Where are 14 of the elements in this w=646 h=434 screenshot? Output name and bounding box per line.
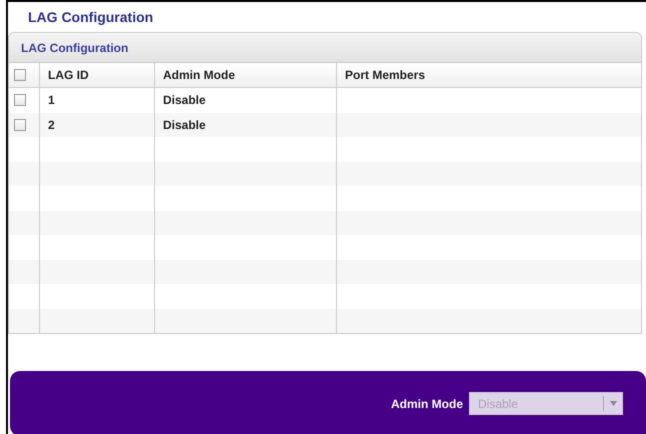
admin-mode-label: Admin Mode — [391, 396, 463, 410]
checkbox[interactable] — [14, 69, 26, 81]
table-cell: Disable — [163, 93, 206, 108]
table-cell: 1 — [48, 93, 55, 108]
column-header: Admin Mode — [163, 68, 235, 82]
page-title: LAG Configuration — [28, 9, 154, 25]
column-header: Port Members — [345, 68, 426, 82]
table-cell: Disable — [163, 118, 206, 132]
checkbox[interactable] — [14, 118, 26, 131]
column-header: LAG ID — [48, 68, 89, 82]
panel-title: LAG Configuration — [21, 40, 128, 54]
caret-icon — [610, 401, 616, 406]
checkbox[interactable] — [14, 94, 26, 106]
table-cell: 2 — [48, 118, 55, 132]
